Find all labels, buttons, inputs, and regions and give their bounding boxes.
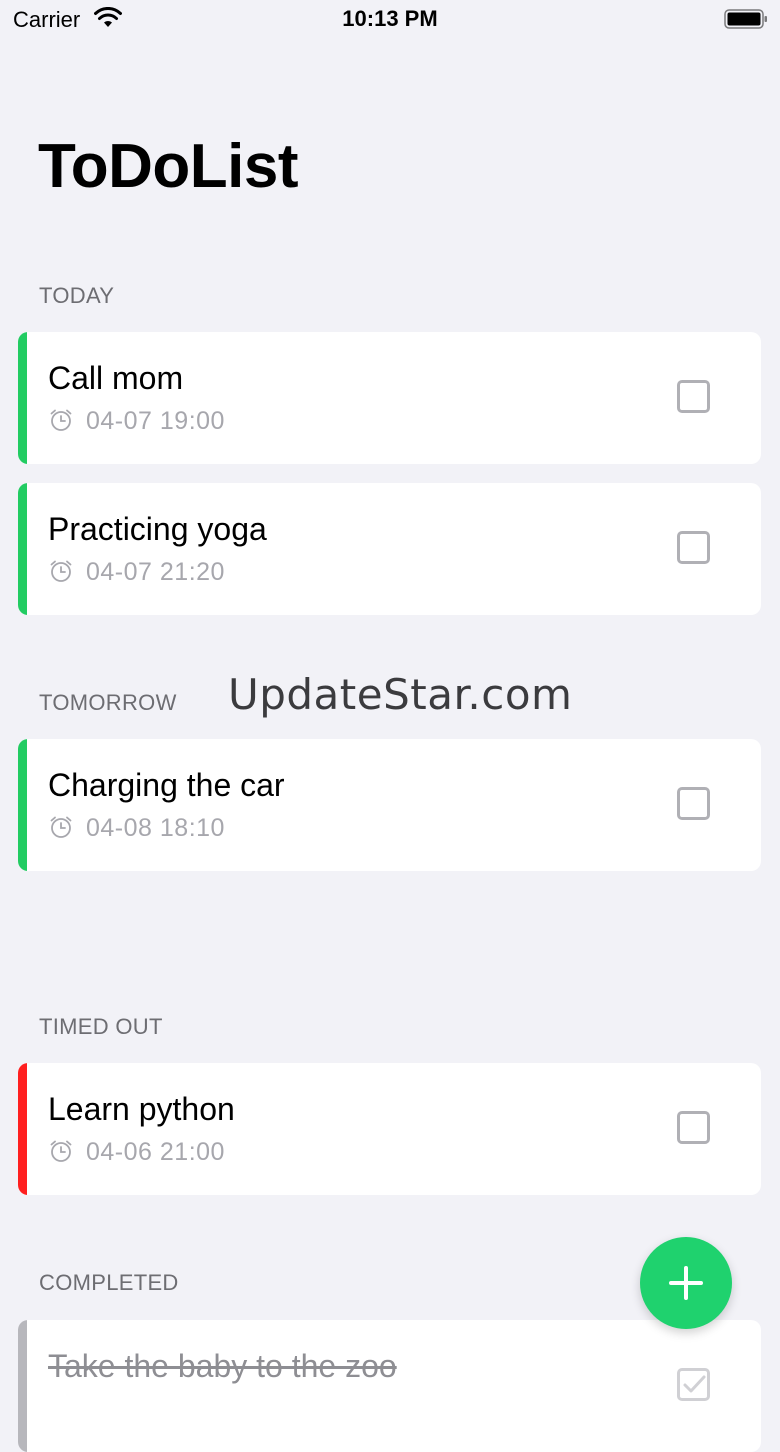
section-header-timed-out: TIMED OUT — [39, 1014, 163, 1039]
task-card[interactable]: Take the baby to the zoo — [18, 1320, 761, 1452]
alarm-clock-icon — [50, 1140, 72, 1162]
task-card[interactable]: Learn python 04-06 21:00 — [18, 1063, 761, 1195]
task-time: 04-08 18:10 — [86, 814, 225, 842]
page-title: ToDoList — [38, 132, 299, 201]
task-card[interactable]: Charging the car 04-08 18:10 — [18, 739, 761, 871]
alarm-clock-icon — [50, 409, 72, 431]
alarm-clock-icon — [50, 816, 72, 838]
task-time: 04-07 19:00 — [86, 407, 225, 435]
task-checkbox[interactable] — [677, 1111, 710, 1144]
task-checkbox-checked[interactable] — [677, 1368, 710, 1401]
alarm-clock-icon — [50, 560, 72, 582]
task-title: Practicing yoga — [48, 511, 267, 547]
section-header-tomorrow: TOMORROW — [39, 690, 177, 715]
status-stripe — [18, 332, 27, 464]
task-title: Call mom — [48, 360, 184, 396]
status-time: 10:13 PM — [342, 6, 438, 31]
task-card[interactable]: Call mom 04-07 19:00 — [18, 332, 761, 464]
task-checkbox[interactable] — [677, 380, 710, 413]
battery-icon — [724, 9, 767, 29]
status-stripe — [18, 1063, 27, 1195]
task-time: 04-07 21:20 — [86, 558, 225, 586]
status-stripe — [18, 1320, 27, 1452]
status-bar: Carrier 10:13 PM — [0, 0, 780, 40]
task-title: Take the baby to the zoo — [48, 1348, 397, 1384]
section-header-completed: COMPLETED — [39, 1270, 179, 1295]
task-title: Charging the car — [48, 767, 285, 803]
task-checkbox[interactable] — [677, 787, 710, 820]
watermark: UpdateStar.com — [228, 670, 573, 719]
plus-icon — [669, 1266, 703, 1300]
task-card[interactable]: Practicing yoga 04-07 21:20 — [18, 483, 761, 615]
task-checkbox[interactable] — [677, 531, 710, 564]
add-task-button[interactable] — [640, 1237, 732, 1329]
task-time: 04-06 21:00 — [86, 1138, 225, 1166]
checkmark-icon — [683, 1375, 706, 1393]
task-title: Learn python — [48, 1091, 235, 1127]
status-stripe — [18, 739, 27, 871]
section-header-today: TODAY — [39, 283, 115, 308]
status-stripe — [18, 483, 27, 615]
